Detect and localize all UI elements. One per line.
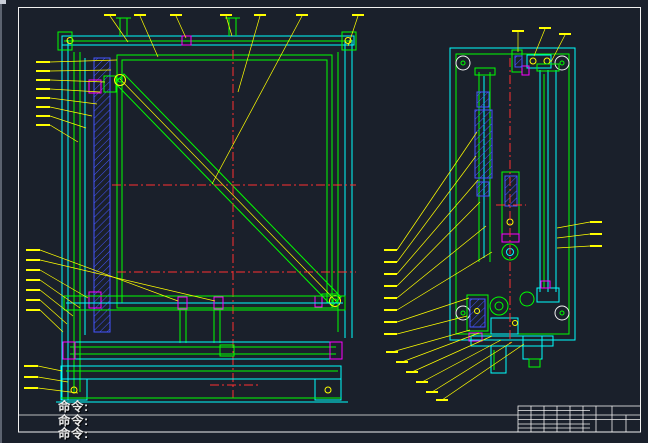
command-line[interactable]: 命令: 命令: 命令: <box>58 401 89 442</box>
front-left-rail <box>62 40 85 400</box>
title-block <box>518 406 641 432</box>
front-view-drawing <box>24 15 364 402</box>
command-prompt[interactable]: 命令: <box>58 428 89 442</box>
command-line-text: 命令: <box>58 401 89 415</box>
window-left-edge <box>0 0 2 443</box>
front-hatched-column <box>89 58 116 332</box>
side-view-drawing <box>384 28 602 400</box>
command-line-text: 命令: <box>58 415 89 429</box>
window-corner-fragment <box>0 0 6 4</box>
front-top-beam <box>58 18 356 50</box>
cad-application-viewport[interactable]: 命令: 命令: 命令: <box>0 0 648 443</box>
front-lower-rail <box>63 342 342 359</box>
cad-canvas[interactable] <box>0 0 648 443</box>
front-right-rail <box>338 40 352 338</box>
side-base-feet <box>471 336 553 373</box>
front-diagonal-brace <box>115 74 342 308</box>
front-base <box>56 366 348 402</box>
front-leader-callouts <box>24 15 364 393</box>
side-right-channel <box>537 64 559 302</box>
front-main-panel <box>117 55 332 308</box>
